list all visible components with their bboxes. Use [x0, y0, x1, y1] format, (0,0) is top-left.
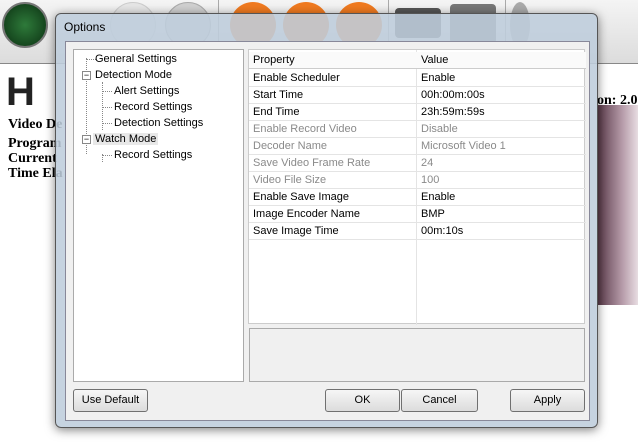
- header-value[interactable]: Value: [421, 54, 448, 66]
- property-name: Decoder Name: [253, 140, 327, 152]
- property-name: Save Video Frame Rate: [253, 157, 371, 169]
- bg-label: Current: [8, 151, 57, 166]
- property-name: Enable Scheduler: [253, 72, 340, 84]
- apply-button[interactable]: Apply: [510, 389, 585, 412]
- property-name: Image Encoder Name: [253, 208, 360, 220]
- property-row[interactable]: Save Image Time 00m:10s: [249, 223, 586, 240]
- property-row[interactable]: Enable Record Video Disable: [249, 121, 586, 138]
- property-value[interactable]: BMP: [421, 208, 445, 220]
- settings-tree[interactable]: − − General Settings Detection Mode Aler…: [73, 49, 244, 382]
- property-value[interactable]: 00h:00m:00s: [421, 89, 485, 101]
- property-value[interactable]: 100: [421, 174, 439, 186]
- property-row[interactable]: Enable Save Image Enable: [249, 189, 586, 206]
- property-value[interactable]: 00m:10s: [421, 225, 463, 237]
- tree-item-watch-record-settings[interactable]: Record Settings: [114, 149, 192, 161]
- property-value[interactable]: 24: [421, 157, 433, 169]
- video-preview: [598, 105, 638, 305]
- property-value[interactable]: 23h:59m:59s: [421, 106, 485, 118]
- dialog-title: Options: [64, 20, 106, 34]
- property-value[interactable]: Disable: [421, 123, 458, 135]
- property-row[interactable]: Video File Size 100: [249, 172, 586, 189]
- property-value[interactable]: Enable: [421, 191, 455, 203]
- property-row[interactable]: Start Time 00h:00m:00s: [249, 87, 586, 104]
- property-value[interactable]: Microsoft Video 1: [421, 140, 506, 152]
- cancel-button[interactable]: Cancel: [401, 389, 478, 412]
- grid-header: Property Value: [249, 52, 586, 69]
- header-property[interactable]: Property: [253, 54, 295, 66]
- tree-item-watch-mode[interactable]: Watch Mode: [93, 133, 159, 145]
- property-row[interactable]: Decoder Name Microsoft Video 1: [249, 138, 586, 155]
- property-name: Enable Save Image: [253, 191, 350, 203]
- app-logo: H: [6, 70, 35, 114]
- bg-label: Program: [8, 136, 62, 151]
- tree-item-alert-settings[interactable]: Alert Settings: [114, 85, 179, 97]
- tree-item-detection-mode[interactable]: Detection Mode: [95, 69, 172, 81]
- description-panel: [249, 328, 585, 382]
- dialog-client: − − General Settings Detection Mode Aler…: [65, 41, 590, 421]
- options-dialog: Options − − General Settings Detection M…: [55, 13, 598, 428]
- property-name: Video File Size: [253, 174, 327, 186]
- property-name: Enable Record Video: [253, 123, 357, 135]
- collapse-icon[interactable]: −: [82, 71, 91, 80]
- property-value[interactable]: Enable: [421, 72, 455, 84]
- tree-item-general-settings[interactable]: General Settings: [95, 53, 177, 65]
- property-grid: Property Value Enable Scheduler Enable Sta…: [248, 49, 586, 325]
- property-row[interactable]: Enable Scheduler Enable: [249, 70, 586, 87]
- property-name: End Time: [253, 106, 300, 118]
- use-default-button[interactable]: Use Default: [73, 389, 148, 412]
- property-name: Start Time: [253, 89, 304, 101]
- radar-icon[interactable]: [2, 2, 48, 48]
- property-row[interactable]: Image Encoder Name BMP: [249, 206, 586, 223]
- property-row[interactable]: Save Video Frame Rate 24: [249, 155, 586, 172]
- collapse-icon[interactable]: −: [82, 135, 91, 144]
- tree-item-record-settings[interactable]: Record Settings: [114, 101, 192, 113]
- ok-button[interactable]: OK: [325, 389, 400, 412]
- property-name: Save Image Time: [253, 225, 339, 237]
- tree-item-detection-settings[interactable]: Detection Settings: [114, 117, 203, 129]
- property-row[interactable]: End Time 23h:59m:59s: [249, 104, 586, 121]
